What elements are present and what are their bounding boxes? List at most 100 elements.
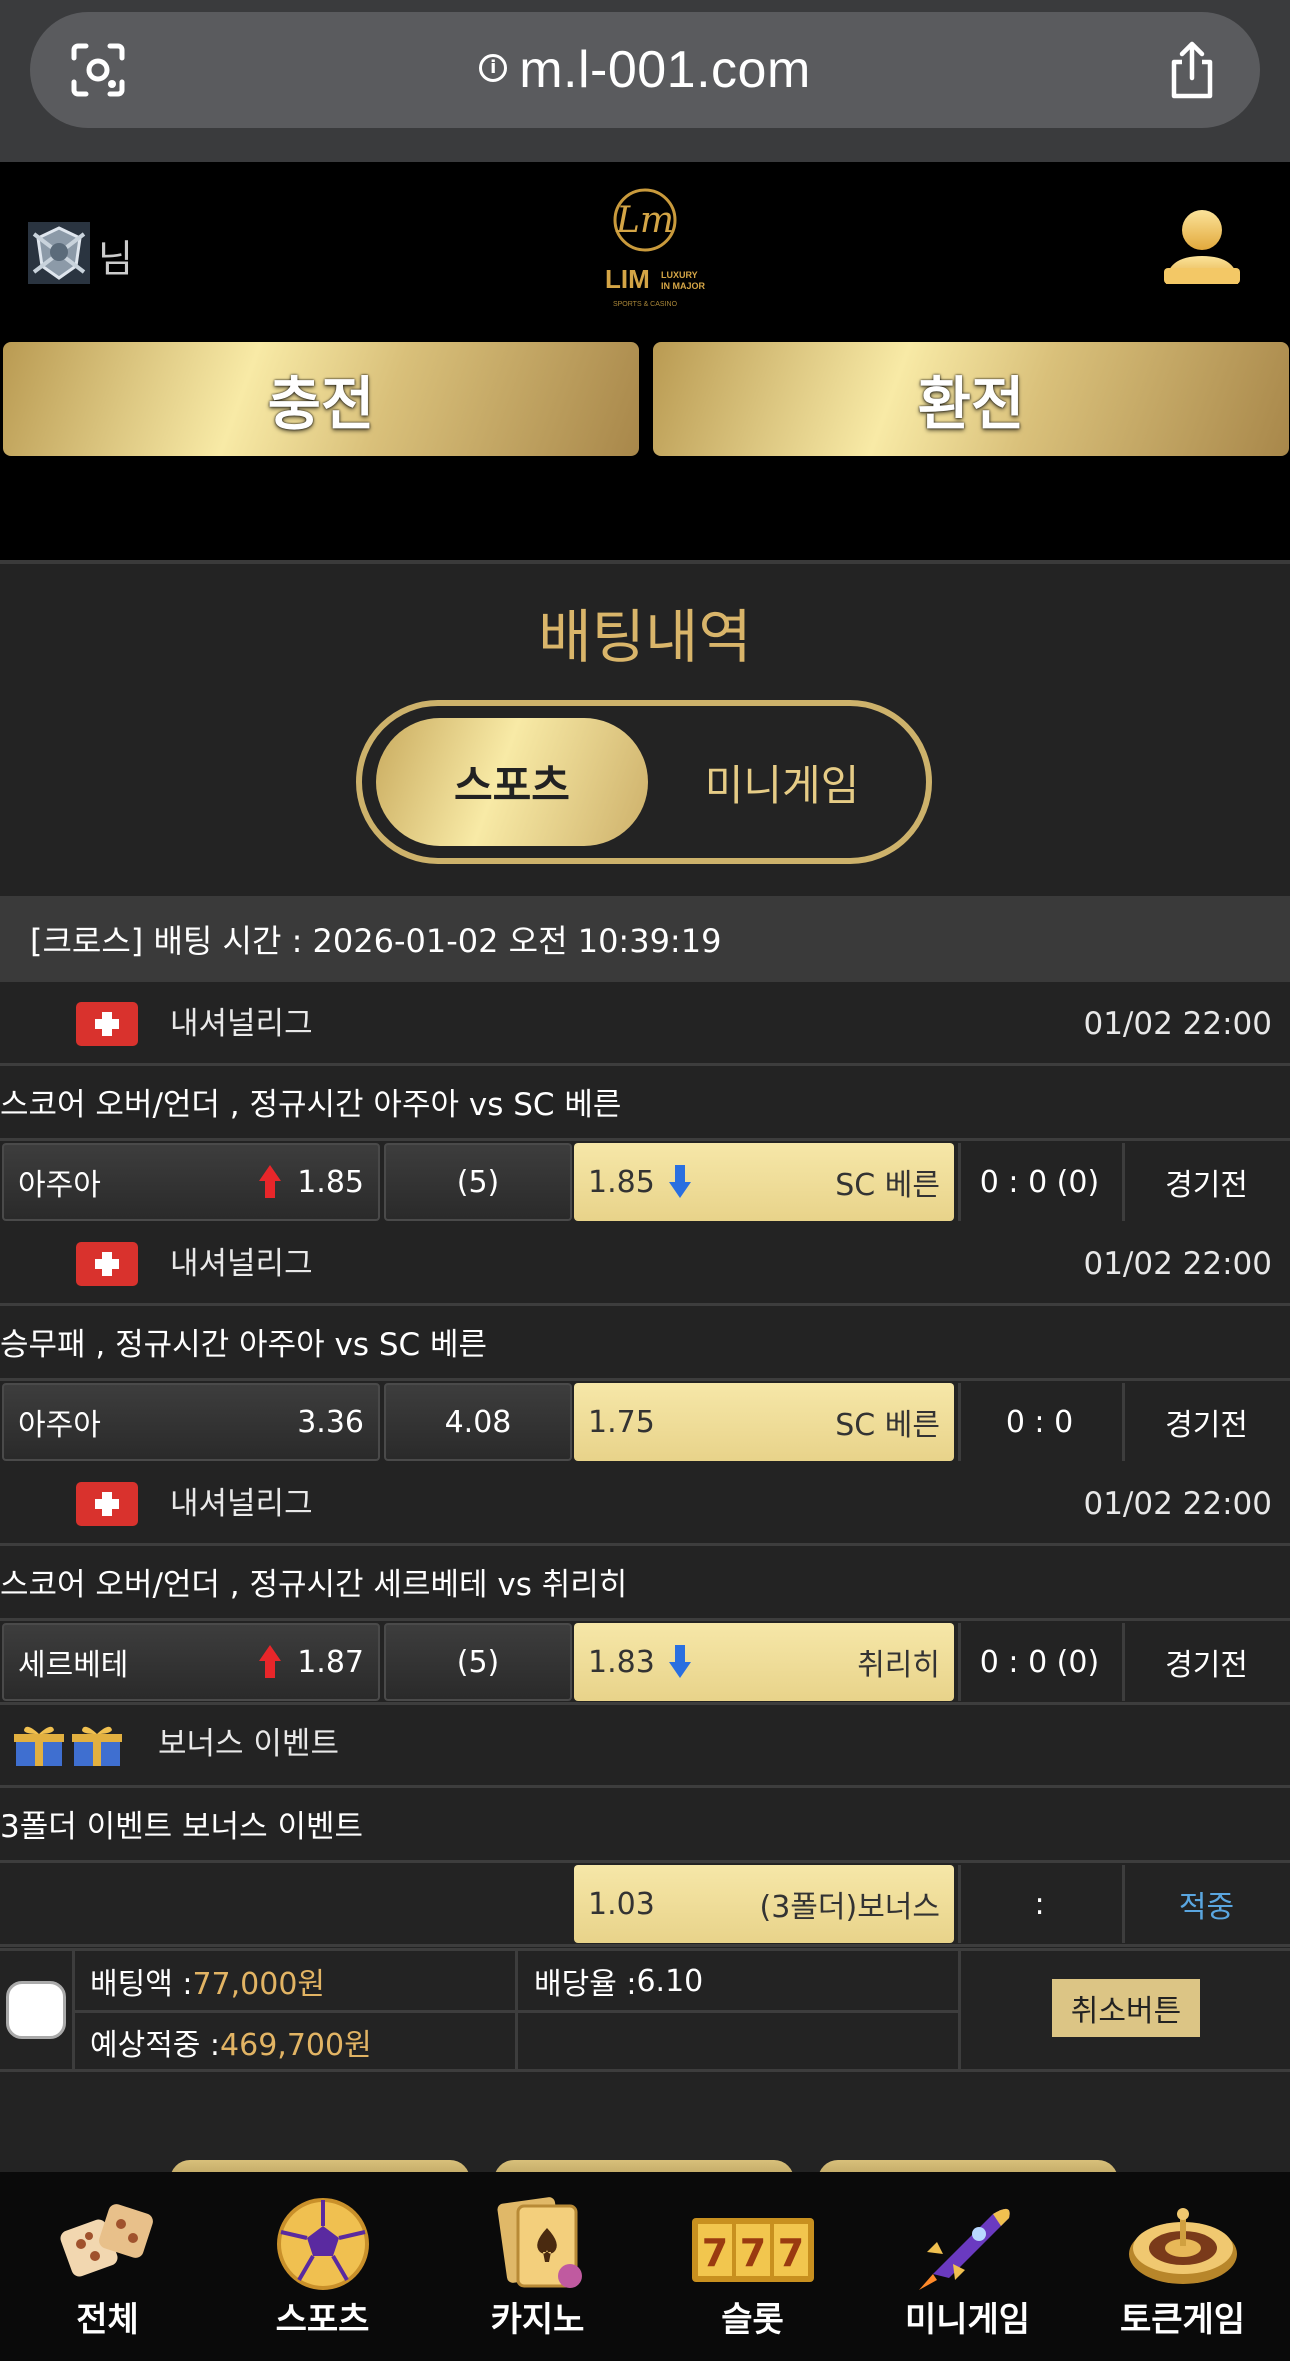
tab-label: 전체 <box>76 2300 139 2340</box>
bonus-cell-selected: 1.03 (3폴더)보너스 <box>574 1865 954 1943</box>
odds-label: 배당율 : <box>534 1967 637 2002</box>
league-row: 내셔널리그 01/02 22:00 <box>0 1462 1290 1546</box>
gift-icon <box>72 1726 122 1766</box>
dice-icon <box>59 2204 153 2277</box>
bonus-label: (3폴더)보너스 <box>759 1890 941 1925</box>
odds-total: 배당율 : 6.10 <box>518 1951 703 2011</box>
url-text[interactable]: m.l-001.com <box>519 40 811 100</box>
odds-value: 6.10 <box>636 1963 704 1999</box>
svg-text:SPORTS & CASINO: SPORTS & CASINO <box>613 301 678 308</box>
svg-text:LUXURY: LUXURY <box>661 270 698 280</box>
match-time: 01/02 22:00 <box>1083 1006 1272 1042</box>
status-cell: 경기전 <box>1122 1623 1288 1701</box>
cancel-bet-button[interactable]: 취소버튼 <box>1052 1979 1200 2037</box>
bet-amount: 배팅액 : 77,000원 <box>74 1951 325 2011</box>
tab-label: 토큰게임 <box>1119 2300 1246 2340</box>
status-cell: 경기전 <box>1122 1383 1288 1461</box>
bet-row: 세르베테 1.87 (5) 1.83 취리히 0 : 0 (0) 경기전 <box>0 1621 1290 1705</box>
draw-odds-cell: 4.08 <box>384 1383 572 1461</box>
bet-amount-value: 77,000원 <box>192 1967 326 2002</box>
share-icon[interactable] <box>1164 40 1220 100</box>
bonus-header: 보너스 이벤트 <box>0 1702 1290 1788</box>
bet-amount-label: 배팅액 : <box>90 1967 193 2002</box>
match-time: 01/02 22:00 <box>1083 1246 1272 1282</box>
home-team: 세르베테 <box>18 1648 129 1683</box>
page-title: 배팅내역 <box>538 603 752 671</box>
arrow-up-icon <box>259 1165 282 1199</box>
home-odds: 1.87 <box>297 1644 364 1680</box>
home-odds: 3.36 <box>297 1404 364 1440</box>
deposit-button[interactable]: 충전 <box>3 342 639 456</box>
expected-label: 예상적중 : <box>90 2028 221 2063</box>
withdraw-button[interactable]: 환전 <box>653 342 1289 456</box>
tab-token-game[interactable]: 토큰게임 <box>1075 2172 1290 2361</box>
svg-text:7: 7 <box>701 2231 727 2275</box>
cards-icon <box>496 2197 582 2288</box>
league-name: 내셔널리그 <box>170 1006 313 1042</box>
tab-all[interactable]: 전체 <box>0 2172 215 2361</box>
status-cell: 경기전 <box>1122 1143 1288 1221</box>
swiss-flag-icon <box>76 1482 138 1526</box>
home-cell: 세르베테 1.87 <box>2 1623 380 1701</box>
gift-icon <box>14 1726 64 1766</box>
svg-text:LIM: LIM <box>605 264 650 294</box>
bonus-row: 1.03 (3폴더)보너스 : 적중 <box>0 1863 1290 1947</box>
tab-casino[interactable]: 카지노 <box>430 2172 645 2361</box>
soccer-ball-icon <box>276 2198 369 2290</box>
bet-row: 아주아 1.85 (5) 1.85 SC 베른 0 : 0 (0) 경기전 <box>0 1141 1290 1225</box>
bonus-market: 3폴더 이벤트 보너스 이벤트 <box>0 1791 1290 1863</box>
market-name: 승무패 , 정규시간 아주아 vs SC 베른 <box>0 1309 1290 1381</box>
away-cell-selected: 1.75 SC 베른 <box>574 1383 954 1461</box>
user-profile-icon[interactable] <box>1160 206 1244 296</box>
score-cell: 0 : 0 <box>958 1383 1118 1461</box>
visual-search-icon[interactable] <box>70 42 126 98</box>
expected-win: 예상적중 : 469,700원 <box>74 2012 372 2072</box>
svg-text:Lm: Lm <box>615 200 674 241</box>
home-team: 아주아 <box>18 1168 101 1203</box>
score-cell: 0 : 0 (0) <box>958 1623 1118 1701</box>
svg-text:IN MAJOR: IN MAJOR <box>661 281 706 291</box>
away-odds: 1.75 <box>588 1404 655 1440</box>
select-checkbox[interactable] <box>6 1981 66 2039</box>
away-team: SC 베른 <box>835 1408 940 1443</box>
rank-badge-icon <box>28 222 90 284</box>
home-cell: 아주아 1.85 <box>2 1143 380 1221</box>
tab-label: 카지노 <box>490 2300 585 2340</box>
tab-slot[interactable]: 7 7 7 슬롯 <box>645 2172 860 2361</box>
league-name: 내셔널리그 <box>170 1486 313 1522</box>
username: 님 <box>98 237 133 281</box>
score-cell: 0 : 0 (0) <box>958 1143 1118 1221</box>
league-name: 내셔널리그 <box>170 1246 313 1282</box>
category-toggle: 스포츠 미니게임 <box>356 700 932 864</box>
svg-text:7: 7 <box>777 2231 803 2275</box>
score-cell: : <box>958 1865 1118 1943</box>
match-time: 01/02 22:00 <box>1083 1486 1272 1522</box>
site-logo[interactable]: Lm LIM LUXURY IN MAJOR SPORTS & CASINO <box>565 182 725 312</box>
roulette-icon <box>1128 2208 1237 2284</box>
result-status: 적중 <box>1122 1865 1288 1943</box>
bet-summary: 배팅액 : 77,000원 배당율 : 6.10 예상적중 : 469,700원… <box>0 1948 1290 2072</box>
away-team: 취리히 <box>857 1648 940 1683</box>
tab-minigame[interactable]: 미니게임 <box>860 2172 1075 2361</box>
arrow-down-icon <box>668 1645 691 1679</box>
away-cell-selected: 1.85 SC 베른 <box>574 1143 954 1221</box>
away-odds: 1.83 <box>588 1644 655 1680</box>
market-name: 스코어 오버/언더 , 정규시간 세르베테 vs 취리히 <box>0 1549 1290 1621</box>
divider <box>0 560 1290 564</box>
line-cell: (5) <box>384 1143 572 1221</box>
league-row: 내셔널리그 01/02 22:00 <box>0 1222 1290 1306</box>
url-bar[interactable]: i m.l-001.com <box>30 12 1260 128</box>
site-info-icon[interactable]: i <box>479 54 508 82</box>
tab-minigame[interactable]: 미니게임 <box>662 718 902 846</box>
market-name: 스코어 오버/언더 , 정규시간 아주아 vs SC 베른 <box>0 1069 1290 1141</box>
tab-sports[interactable]: 스포츠 <box>215 2172 430 2361</box>
tab-label: 슬롯 <box>721 2300 784 2340</box>
tab-sports[interactable]: 스포츠 <box>376 718 648 846</box>
bet-row: 아주아 3.36 4.08 1.75 SC 베른 0 : 0 경기전 <box>0 1381 1290 1465</box>
bet-slip-header: [크로스] 배팅 시간 : 2026-01-02 오전 10:39:19 <box>0 896 1290 982</box>
swiss-flag-icon <box>76 1002 138 1046</box>
tab-label: 미니게임 <box>904 2300 1031 2340</box>
arrow-up-icon <box>259 1645 282 1679</box>
away-team: SC 베른 <box>835 1168 940 1203</box>
away-odds: 1.85 <box>588 1164 655 1200</box>
